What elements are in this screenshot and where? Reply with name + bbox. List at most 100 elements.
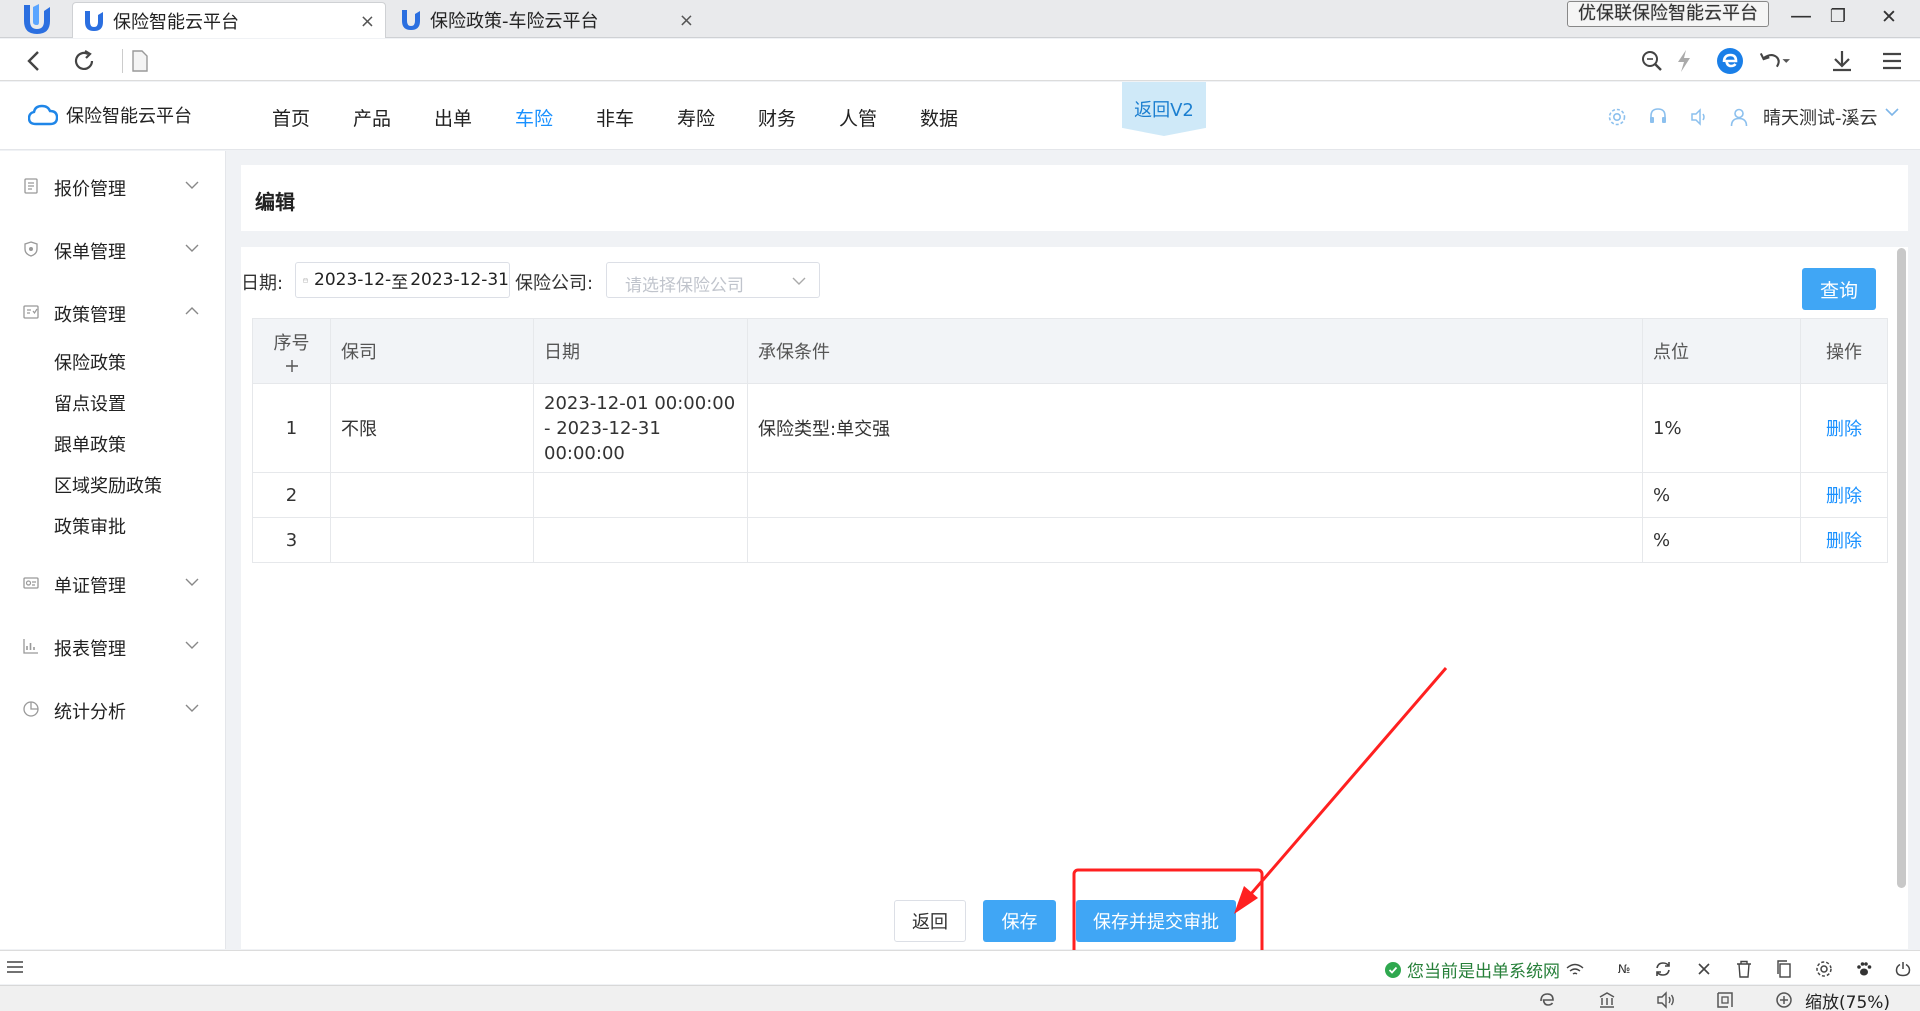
user-icon[interactable]	[1728, 106, 1750, 128]
sidebar-subitem-follow-policy[interactable]: 跟单政策	[54, 431, 126, 457]
sidebar-subitem-insurance-policy[interactable]: 保险政策	[54, 349, 126, 375]
nav-life-insurance[interactable]: 寿险	[677, 104, 715, 131]
cell-date[interactable]	[533, 472, 748, 518]
tab-close-icon[interactable]: ×	[679, 10, 694, 31]
back-v2-button[interactable]: 返回V2	[1122, 82, 1206, 136]
copy-icon[interactable]	[1774, 959, 1794, 979]
save-button[interactable]: 保存	[983, 900, 1056, 942]
sidebar-item-policy-management[interactable]: 政策管理	[0, 292, 226, 332]
chevron-down-icon[interactable]	[1884, 104, 1900, 125]
refresh-icon[interactable]	[68, 45, 100, 77]
cell-points[interactable]: %	[1642, 517, 1801, 563]
nav-hr[interactable]: 人管	[839, 104, 877, 131]
power-icon[interactable]	[1893, 959, 1913, 979]
browser-bottom-bar: 缩放(75%)	[0, 985, 1920, 1011]
cell-company[interactable]	[330, 472, 534, 518]
ie-icon[interactable]	[1537, 990, 1557, 1010]
hamburger-icon[interactable]	[6, 958, 24, 976]
menu-icon[interactable]	[1876, 45, 1908, 77]
app-name: 保险智能云平台	[66, 106, 192, 127]
save-and-submit-button[interactable]: 保存并提交审批	[1076, 900, 1236, 942]
close-icon[interactable]	[1694, 959, 1714, 979]
sync-icon[interactable]	[1653, 959, 1673, 979]
company-select[interactable]: 请选择保险公司	[606, 262, 820, 298]
plus-icon[interactable]	[285, 359, 299, 373]
app-header: 保险智能云平台 首页 产品 出单 车险 非车 寿险 财务 人管 数据 返回V2 …	[0, 82, 1920, 150]
download-icon[interactable]	[1826, 45, 1858, 77]
date-end-value[interactable]: 2023-12-31	[410, 270, 509, 290]
date-range-picker[interactable]: 2023-12- 至 2023-12-31	[295, 262, 510, 298]
calendar-icon	[303, 277, 308, 283]
app-logo[interactable]: 保险智能云平台	[28, 102, 192, 128]
browser-tab-active[interactable]: 保险智能云平台 ×	[72, 2, 386, 38]
bank-icon[interactable]	[1597, 990, 1617, 1010]
paw-icon[interactable]	[1854, 959, 1874, 979]
user-name[interactable]: 晴天测试-溪云	[1763, 104, 1878, 130]
trash-icon[interactable]	[1734, 959, 1754, 979]
cell-condition[interactable]	[747, 472, 1643, 518]
volume-icon[interactable]	[1656, 990, 1676, 1010]
nav-finance[interactable]: 财务	[758, 104, 796, 131]
sidebar-item-report-management[interactable]: 报表管理	[0, 626, 226, 666]
settings-icon[interactable]	[1814, 959, 1834, 979]
maximize-icon[interactable]: ❐	[1823, 2, 1853, 32]
cell-date[interactable]: 2023-12-01 00:00:00 - 2023-12-31 00:00:0…	[533, 383, 748, 473]
zoom-in-icon[interactable]	[1774, 990, 1794, 1010]
sidebar-subitem-regional-reward[interactable]: 区域奖励政策	[54, 472, 162, 498]
nav-non-auto[interactable]: 非车	[596, 104, 634, 131]
search-icon[interactable]	[1636, 45, 1668, 77]
query-button[interactable]: 查询	[1802, 268, 1876, 310]
check-circle-icon	[1385, 961, 1401, 978]
back-button[interactable]: 返回	[894, 900, 966, 942]
chevron-up-icon	[185, 307, 199, 315]
speaker-icon[interactable]	[1688, 106, 1710, 128]
nav-issue[interactable]: 出单	[434, 104, 472, 131]
undo-icon[interactable]	[1758, 45, 1790, 77]
cell-condition[interactable]: 保险类型:单交强	[747, 383, 1643, 473]
tab-close-icon[interactable]: ×	[360, 11, 375, 32]
delete-link[interactable]: 删除	[1826, 531, 1862, 552]
nav-auto-insurance[interactable]: 车险	[515, 104, 553, 131]
date-range-separator: 至	[391, 272, 409, 293]
ie-mode-icon[interactable]	[1714, 45, 1746, 77]
window-icon[interactable]	[1715, 990, 1735, 1010]
browser-tab[interactable]: 保险政策-车险云平台 ×	[390, 2, 704, 38]
headset-icon[interactable]	[1647, 106, 1669, 128]
sidebar-item-quote-management[interactable]: 报价管理	[0, 166, 226, 206]
back-arrow-icon[interactable]	[18, 45, 50, 77]
nav-home[interactable]: 首页	[272, 104, 310, 131]
sidebar-item-certificate-management[interactable]: 单证管理	[0, 563, 226, 603]
date-start-value[interactable]: 2023-12-	[314, 270, 391, 290]
cell-date[interactable]	[533, 517, 748, 563]
minimize-icon[interactable]: —	[1786, 2, 1816, 32]
sidebar-item-policy-doc-management[interactable]: 保单管理	[0, 229, 226, 269]
zoom-level[interactable]: 缩放(75%)	[1805, 988, 1890, 1011]
chevron-down-icon	[185, 578, 199, 586]
delete-link[interactable]: 删除	[1826, 486, 1862, 507]
cell-action: 删除	[1800, 517, 1888, 563]
delete-link[interactable]: 删除	[1826, 419, 1862, 440]
cell-company[interactable]: 不限	[330, 383, 534, 473]
sidebar-subitem-retention-settings[interactable]: 留点设置	[54, 390, 126, 416]
column-header-label: 序号	[273, 333, 310, 354]
sidebar-item-statistics-analysis[interactable]: 统计分析	[0, 689, 226, 729]
sidebar-subitem-policy-approval[interactable]: 政策审批	[54, 513, 126, 539]
nav-product[interactable]: 产品	[353, 104, 391, 131]
content-scrollbar[interactable]	[1897, 248, 1906, 888]
number-sign-icon[interactable]: №	[1614, 959, 1634, 979]
sidebar: 报价管理 保单管理 政策管理 保险政策 留点设置 跟单政策 区域奖励政策 政策审…	[0, 151, 226, 949]
sidebar-item-label: 保单管理	[54, 242, 126, 263]
nav-data[interactable]: 数据	[920, 104, 958, 131]
settings-icon[interactable]	[1606, 106, 1628, 128]
cell-condition[interactable]	[747, 517, 1643, 563]
browser-logo-icon[interactable]	[14, 1, 60, 37]
cell-points[interactable]: 1%	[1642, 383, 1801, 473]
pie-chart-icon	[23, 701, 39, 717]
cell-company[interactable]	[330, 517, 534, 563]
chevron-down-icon	[792, 277, 806, 285]
lightning-icon[interactable]	[1668, 45, 1700, 77]
window-close-icon[interactable]: ✕	[1874, 2, 1904, 32]
browser-tab-bar: 保险智能云平台 × 保险政策-车险云平台 × 优保联保险智能云平台 — ❐ ✕	[0, 0, 1920, 38]
certificate-icon	[23, 577, 39, 589]
cell-points[interactable]: %	[1642, 472, 1801, 518]
